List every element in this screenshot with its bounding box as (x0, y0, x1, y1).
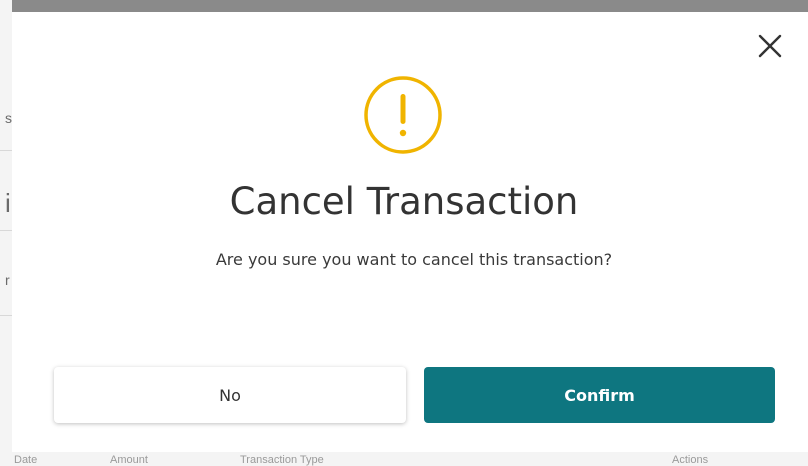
no-button-label: No (219, 385, 241, 405)
dialog-title: Cancel Transaction (229, 180, 579, 223)
background-column-header: Amount (110, 454, 148, 466)
background-divider (0, 315, 12, 316)
background-text-fragment: s (5, 110, 12, 126)
dialog-message: Are you sure you want to cancel this tra… (215, 250, 613, 269)
close-icon (758, 34, 782, 58)
close-button[interactable] (756, 32, 784, 60)
background-column-header: Transaction Type (240, 454, 324, 466)
background-page-edge: s i r (0, 0, 12, 466)
background-text-fragment: r (5, 272, 10, 288)
background-divider (0, 230, 12, 231)
background-column-header: Date (14, 454, 38, 466)
confirm-button-label: Confirm (564, 385, 635, 405)
background-column-header: Actions (672, 454, 709, 466)
background-divider (0, 150, 12, 151)
exclamation-circle-icon (363, 75, 443, 155)
no-button[interactable]: No (54, 367, 406, 423)
confirm-button[interactable]: Confirm (424, 367, 775, 423)
background-table-header: Date Amount Transaction Type Actions (0, 452, 808, 466)
